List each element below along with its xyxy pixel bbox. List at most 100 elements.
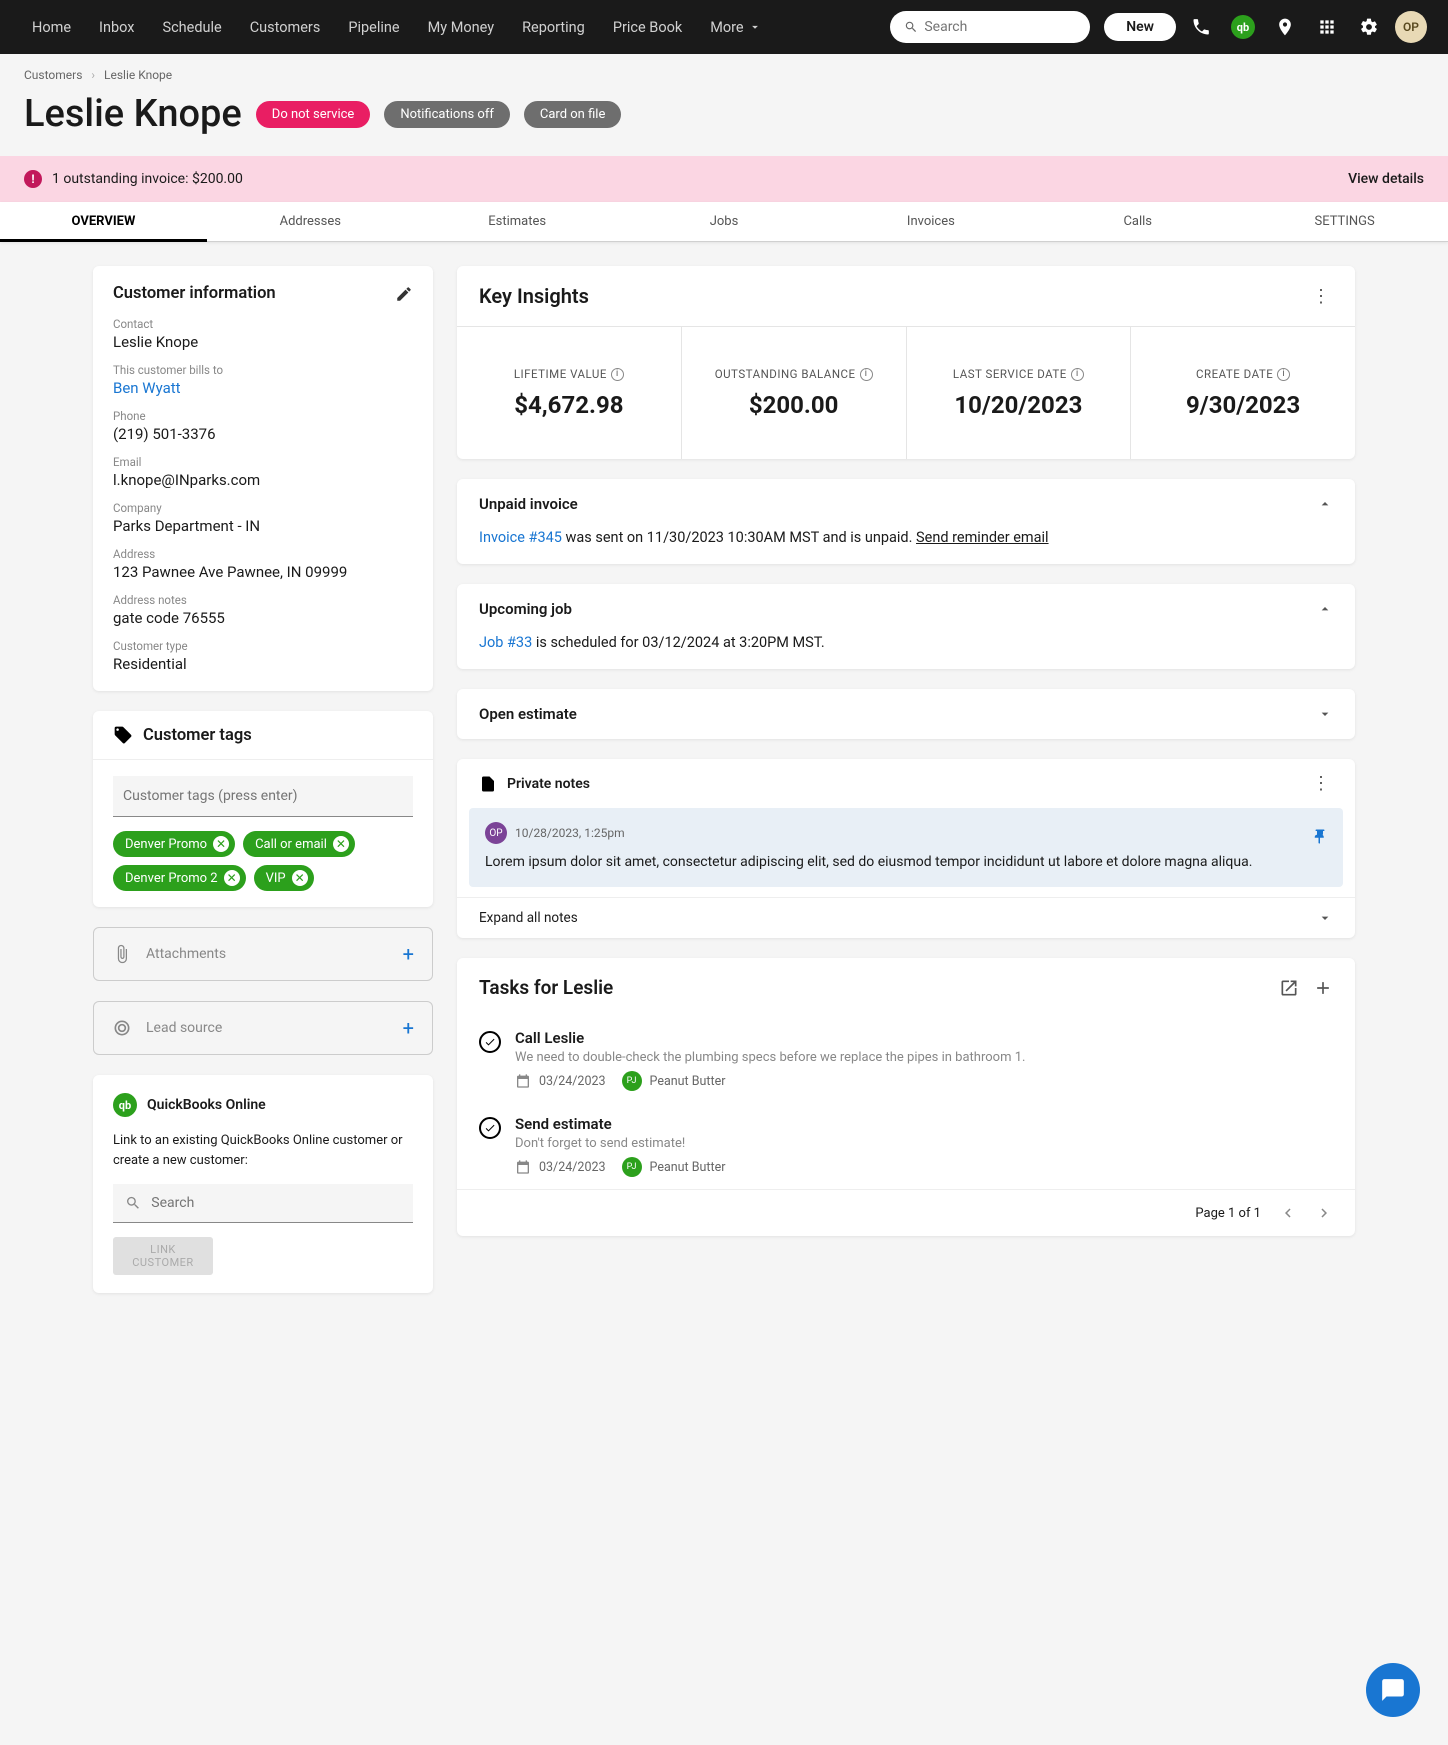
notes-more-icon[interactable]: ⋮ <box>1309 773 1333 794</box>
banner-text: 1 outstanding invoice: $200.00 <box>52 171 243 187</box>
tag-remove-icon[interactable]: ✕ <box>333 836 349 852</box>
phone-icon[interactable] <box>1184 10 1218 44</box>
link-customer-button[interactable]: LINK CUSTOMER <box>113 1237 213 1275</box>
tasks-title: Tasks for Leslie <box>479 976 613 999</box>
tab-settings[interactable]: SETTINGS <box>1241 202 1448 241</box>
nav-inbox[interactable]: Inbox <box>87 13 146 42</box>
task-desc: Don't forget to send estimate! <box>515 1136 1333 1151</box>
apps-grid-icon[interactable] <box>1310 10 1344 44</box>
nav-reporting[interactable]: Reporting <box>510 13 597 42</box>
invoice-link[interactable]: Invoice #345 <box>479 529 562 546</box>
info-icon[interactable]: i <box>611 368 624 381</box>
attachments-label: Attachments <box>146 946 389 962</box>
tab-jobs[interactable]: Jobs <box>621 202 828 241</box>
tag-call-or-email[interactable]: Call or email✕ <box>243 831 355 857</box>
task-row[interactable]: Call Leslie We need to double-check the … <box>457 1017 1355 1103</box>
pager-next-icon[interactable] <box>1315 1204 1333 1222</box>
assignee-avatar: PJ <box>622 1071 642 1091</box>
task-checkbox[interactable] <box>479 1117 501 1139</box>
quickbooks-card: qb QuickBooks Online Link to an existing… <box>93 1075 433 1293</box>
task-title: Send estimate <box>515 1115 1333 1133</box>
task-checkbox[interactable] <box>479 1031 501 1053</box>
open-estimate-toggle[interactable]: Open estimate <box>457 689 1355 739</box>
open-external-icon[interactable] <box>1279 978 1299 998</box>
pill-notifications-off[interactable]: Notifications off <box>384 101 510 128</box>
alert-icon: ! <box>24 170 42 188</box>
quickbooks-icon: qb <box>113 1093 137 1117</box>
assignee-avatar: PJ <box>622 1157 642 1177</box>
value-billsto[interactable]: Ben Wyatt <box>113 379 413 397</box>
info-icon[interactable]: i <box>1071 368 1084 381</box>
nav-schedule[interactable]: Schedule <box>150 13 233 42</box>
pin-icon[interactable] <box>1311 828 1329 846</box>
tag-vip[interactable]: VIP✕ <box>254 865 314 891</box>
chevron-down-icon <box>1317 706 1333 722</box>
topbar: Home Inbox Schedule Customers Pipeline M… <box>0 0 1448 54</box>
banner-view-details[interactable]: View details <box>1348 171 1424 187</box>
private-notes-card: Private notes ⋮ OP 10/28/2023, 1:25pm Lo… <box>457 759 1355 938</box>
more-menu-icon[interactable]: ⋮ <box>1309 286 1333 307</box>
location-pin-icon[interactable] <box>1268 10 1302 44</box>
breadcrumb-root[interactable]: Customers <box>24 68 82 82</box>
tab-overview[interactable]: OVERVIEW <box>0 202 207 241</box>
add-task-icon[interactable] <box>1313 978 1333 998</box>
key-insights-title: Key Insights <box>479 284 589 308</box>
gear-icon[interactable] <box>1352 10 1386 44</box>
nav-customers[interactable]: Customers <box>238 13 333 42</box>
edit-icon[interactable] <box>395 285 413 303</box>
upcoming-text: is scheduled for 03/12/2024 at 3:20PM MS… <box>532 634 824 651</box>
task-desc: We need to double-check the plumbing spe… <box>515 1050 1333 1065</box>
label-address: Address <box>113 547 413 561</box>
value-customer-type: Residential <box>113 655 413 673</box>
nav-pipeline[interactable]: Pipeline <box>336 13 411 42</box>
tab-addresses[interactable]: Addresses <box>207 202 414 241</box>
expand-notes-link[interactable]: Expand all notes <box>457 897 1355 938</box>
tag-denver-promo[interactable]: Denver Promo✕ <box>113 831 235 857</box>
nav-mymoney[interactable]: My Money <box>416 13 507 42</box>
tags-input[interactable] <box>113 776 413 817</box>
nav-more[interactable]: More <box>698 13 773 42</box>
note-icon <box>479 775 497 793</box>
qbo-search-input[interactable] <box>151 1195 401 1211</box>
tag-remove-icon[interactable]: ✕ <box>213 836 229 852</box>
add-attachment-icon[interactable]: + <box>403 942 414 966</box>
insight-create-date: CREATE DATEi 9/30/2023 <box>1131 327 1355 459</box>
nav-pricebook[interactable]: Price Book <box>601 13 694 42</box>
global-search[interactable] <box>890 11 1090 43</box>
attachments-card[interactable]: Attachments + <box>93 927 433 981</box>
chat-fab[interactable] <box>1366 1663 1420 1717</box>
tab-calls[interactable]: Calls <box>1034 202 1241 241</box>
info-icon[interactable]: i <box>860 368 873 381</box>
search-input[interactable] <box>924 19 1076 35</box>
label-phone: Phone <box>113 409 413 423</box>
tab-invoices[interactable]: Invoices <box>827 202 1034 241</box>
nav-home[interactable]: Home <box>20 13 83 42</box>
label-company: Company <box>113 501 413 515</box>
upcoming-job-toggle[interactable]: Upcoming job <box>457 584 1355 634</box>
pager-prev-icon[interactable] <box>1279 1204 1297 1222</box>
pill-do-not-service[interactable]: Do not service <box>256 101 371 128</box>
pill-card-on-file[interactable]: Card on file <box>524 101 621 128</box>
value-address: 123 Pawnee Ave Pawnee, IN 09999 <box>113 563 413 581</box>
insight-outstanding-balance: OUTSTANDING BALANCEi $200.00 <box>682 327 907 459</box>
tag-denver-promo-2[interactable]: Denver Promo 2✕ <box>113 865 246 891</box>
add-leadsource-icon[interactable]: + <box>403 1016 414 1040</box>
task-assignee: Peanut Butter <box>650 1160 726 1175</box>
customer-info-card: Customer information Contact Leslie Knop… <box>93 266 433 691</box>
leadsource-card[interactable]: Lead source + <box>93 1001 433 1055</box>
info-icon[interactable]: i <box>1277 368 1290 381</box>
unpaid-invoice-card: Unpaid invoice Invoice #345 was sent on … <box>457 479 1355 564</box>
task-row[interactable]: Send estimate Don't forget to send estim… <box>457 1103 1355 1189</box>
unpaid-invoice-toggle[interactable]: Unpaid invoice <box>457 479 1355 529</box>
qbo-search[interactable] <box>113 1184 413 1223</box>
tab-estimates[interactable]: Estimates <box>414 202 621 241</box>
job-link[interactable]: Job #33 <box>479 634 532 651</box>
send-reminder-link[interactable]: Send reminder email <box>916 529 1049 546</box>
new-button[interactable]: New <box>1104 13 1176 41</box>
note-item[interactable]: OP 10/28/2023, 1:25pm Lorem ipsum dolor … <box>469 808 1343 887</box>
quickbooks-icon[interactable]: qb <box>1226 10 1260 44</box>
user-avatar[interactable]: OP <box>1394 10 1428 44</box>
tag-remove-icon[interactable]: ✕ <box>292 870 308 886</box>
tag-remove-icon[interactable]: ✕ <box>224 870 240 886</box>
task-date: 03/24/2023 <box>539 1074 606 1089</box>
